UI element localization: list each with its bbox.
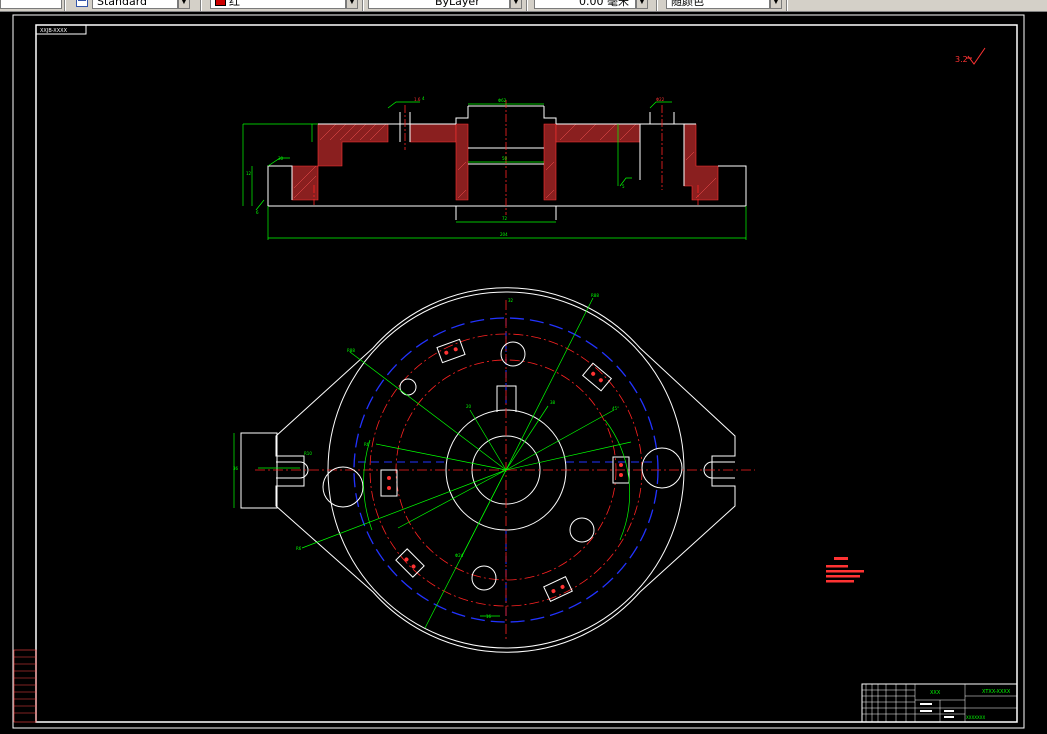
stamp-text: XXJB-XXXX	[40, 28, 68, 34]
svg-text:38: 38	[550, 400, 556, 405]
color-label: 红	[229, 0, 240, 8]
drawing-canvas[interactable]: XXJB-XXXX 3.2 2047250 Φ62412 6305 Φ221.6…	[0, 12, 1047, 734]
svg-text:12: 12	[246, 171, 252, 176]
prev-combo[interactable]	[0, 0, 62, 9]
roughness-text: 3.2	[955, 55, 968, 64]
hole-small-tl	[399, 378, 417, 396]
svg-text:1.6: 1.6	[414, 97, 421, 102]
svg-text:R6: R6	[296, 546, 302, 551]
chevron-down-icon[interactable]: ▼	[636, 0, 648, 9]
svg-text:R88: R88	[347, 348, 355, 353]
arc-dimension-right	[604, 419, 630, 541]
title-block-header: XXX	[930, 690, 941, 696]
svg-text:72: 72	[502, 216, 508, 221]
lineweight-select[interactable]: 0.00 毫米	[534, 0, 636, 9]
section-view: 204 72 50 Φ62 4 12 6 30 5 Φ22 1.6	[242, 96, 747, 240]
arc-dimension	[363, 439, 373, 531]
linetype-select[interactable]: ByLayer	[368, 0, 510, 9]
svg-text:R10: R10	[304, 451, 312, 456]
svg-text:4: 4	[422, 96, 425, 101]
svg-text:16: 16	[486, 614, 492, 619]
revision-table	[13, 649, 37, 723]
title-block: XXX XTXX-XXXX XXXXXXX	[861, 683, 1018, 723]
hole-right	[641, 447, 683, 489]
text-style-select[interactable]: Standard	[92, 0, 178, 9]
color-swatch	[215, 0, 226, 6]
plan-view: R88 R88 R6 32 20 38 45° Φ24 36 16 R6 R10	[233, 287, 755, 653]
properties-toolbar: Standard ▼ 红 ▼ ByLayer ▼ 0.00 毫米 ▼ 随颜色 ▼	[0, 0, 1047, 12]
section-dimensions	[242, 101, 747, 240]
part-name: XXXXXXX	[966, 715, 985, 720]
text-style-icon	[76, 0, 88, 7]
svg-text:Φ62: Φ62	[498, 98, 507, 103]
svg-text:Φ22: Φ22	[656, 97, 665, 102]
chevron-down-icon[interactable]: ▼	[346, 0, 358, 9]
svg-text:36: 36	[233, 466, 239, 471]
hole-top	[500, 341, 526, 367]
svg-text:6: 6	[256, 210, 259, 215]
chevron-down-icon[interactable]: ▼	[178, 0, 190, 9]
chevron-down-icon[interactable]: ▼	[770, 0, 782, 9]
svg-text:204: 204	[500, 232, 508, 237]
section-tol-text: Φ22 1.6	[414, 97, 665, 102]
inner-frame	[35, 24, 1018, 723]
plan-dimension-leaders	[233, 297, 632, 629]
svg-text:20: 20	[466, 404, 472, 409]
left-clamp-block	[240, 432, 278, 509]
svg-text:50: 50	[502, 156, 508, 161]
hole-small-br	[569, 517, 595, 543]
svg-text:30: 30	[278, 156, 284, 161]
drawing-number: XTXX-XXXX	[982, 689, 1011, 695]
color-select[interactable]: 红	[210, 0, 346, 9]
plan-holes	[322, 341, 683, 591]
svg-text:5: 5	[622, 184, 625, 189]
svg-text:R88: R88	[591, 293, 599, 298]
technical-notes	[826, 557, 864, 583]
plotstyle-select[interactable]: 随颜色	[666, 0, 770, 9]
svg-text:32: 32	[508, 298, 514, 303]
chevron-down-icon[interactable]: ▼	[510, 0, 522, 9]
svg-text:45°: 45°	[612, 406, 619, 411]
roughness-symbol: 3.2	[955, 47, 986, 65]
svg-text:R6: R6	[364, 442, 370, 447]
svg-text:Φ24: Φ24	[455, 553, 464, 558]
stamp-box: XXJB-XXXX	[35, 24, 87, 35]
